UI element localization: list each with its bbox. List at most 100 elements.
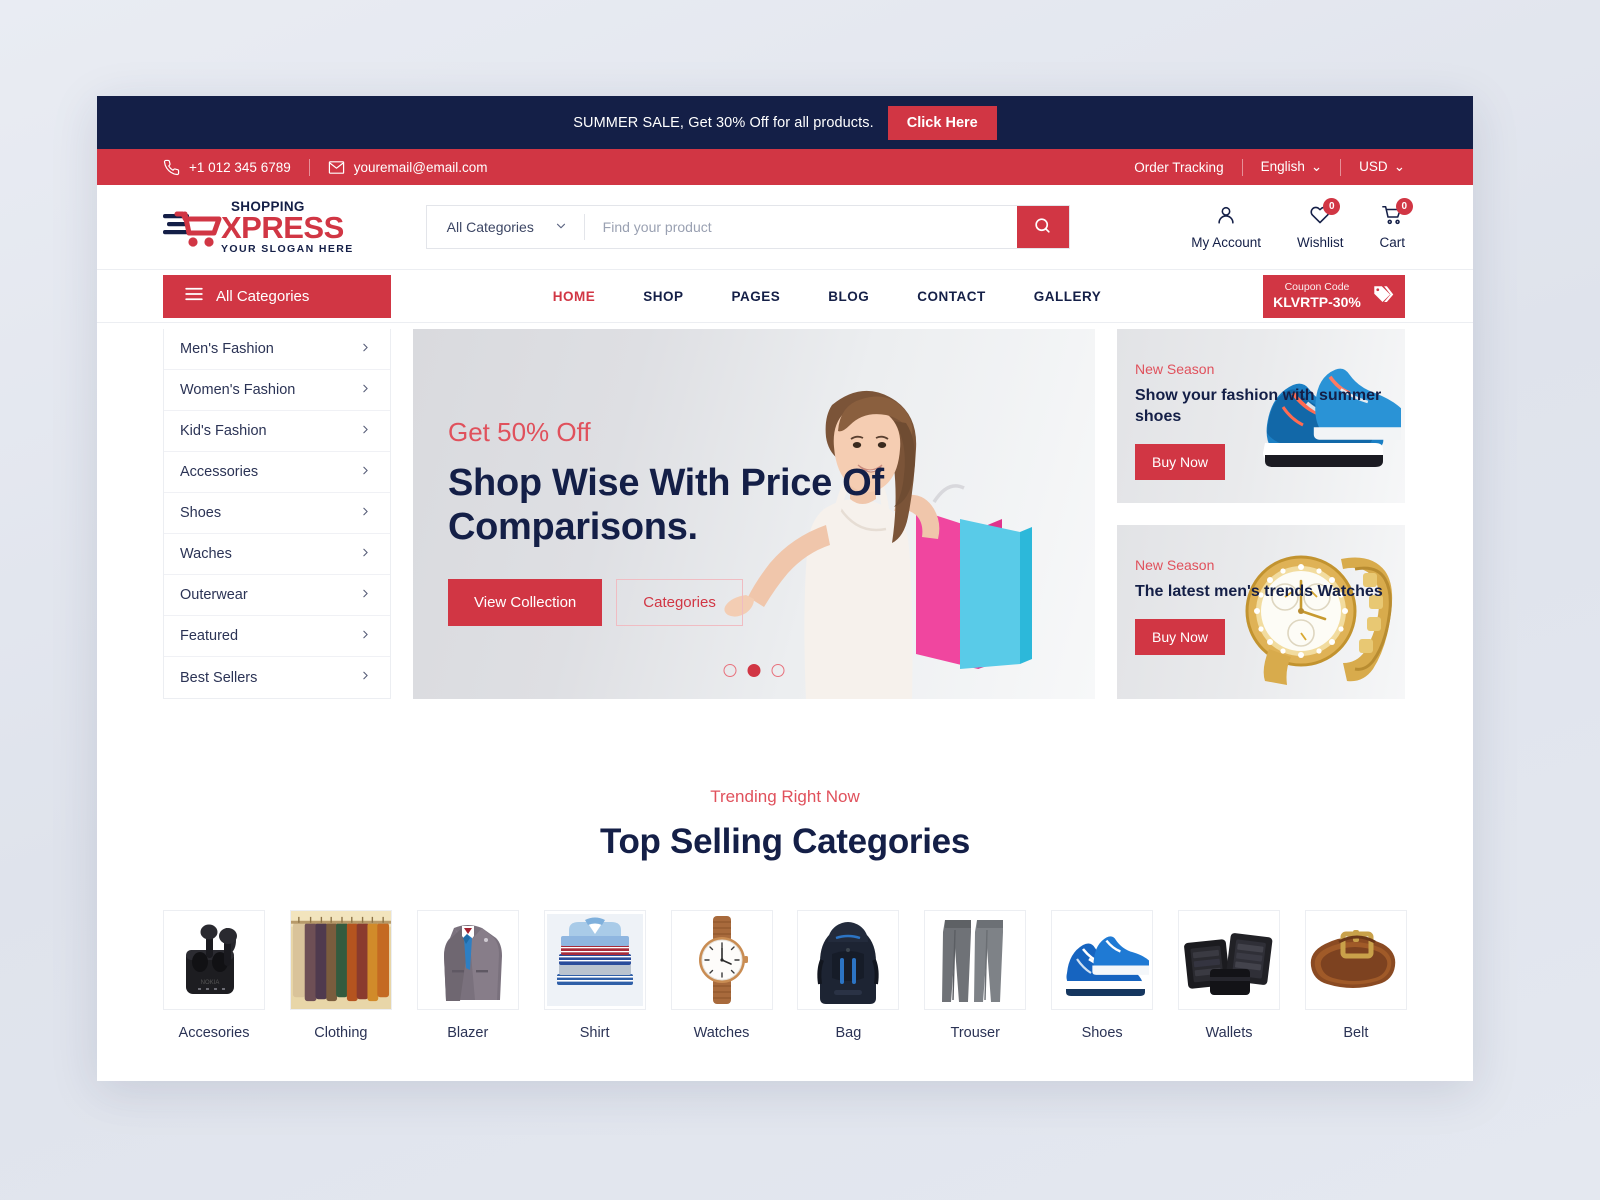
- top-selling-title: Top Selling Categories: [599, 822, 971, 861]
- category-tile-wallets[interactable]: Wallets: [1178, 910, 1280, 1041]
- hero-copy: Get 50% Off Shop Wise With Price Of Comp…: [448, 417, 918, 627]
- sidebar-item-label: Kid's Fashion: [180, 423, 267, 439]
- sidebar-item-label: Accessories: [180, 464, 259, 480]
- category-sidebar: Men's Fashion Women's Fashion Kid's Fash…: [163, 329, 391, 699]
- cart-button[interactable]: 0 Cart: [1379, 198, 1413, 250]
- chevron-down-icon: [554, 219, 568, 236]
- utility-bar: +1 012 345 6789 youremail@email.com Orde…: [97, 149, 1473, 185]
- chevron-down-icon: ⌄: [1310, 159, 1323, 174]
- promo-eyebrow: New Season: [1135, 361, 1215, 377]
- mail-icon: [328, 159, 345, 176]
- sidebar-item-label: Best Sellers: [180, 669, 258, 686]
- categories-button[interactable]: Categories: [616, 579, 743, 627]
- promo-title: The latest men's trends Watches: [1135, 583, 1383, 600]
- hamburger-icon: [185, 287, 203, 305]
- sidebar-item-mens-fashion[interactable]: Men's Fashion: [164, 329, 390, 370]
- nav-item-gallery[interactable]: GALLERY: [1010, 289, 1126, 304]
- sidebar-item-kids-fashion[interactable]: Kid's Fashion: [164, 411, 390, 452]
- chevron-right-icon: [359, 546, 372, 563]
- nav-item-shop[interactable]: SHOP: [619, 289, 707, 304]
- sidebar-item-shoes[interactable]: Shoes: [164, 493, 390, 534]
- phone-item[interactable]: +1 012 345 6789: [163, 159, 291, 176]
- coupon-text: Coupon Code KLVRTP-30%: [1273, 281, 1361, 311]
- storefront-page: SUMMER SALE, Get 30% Off for all product…: [97, 96, 1473, 1081]
- category-tile-clothing[interactable]: Clothing: [289, 910, 392, 1041]
- backpack-image: [797, 910, 900, 1010]
- main-navigation: All Categories HOME SHOP PAGES BLOG CONT…: [97, 269, 1473, 323]
- search-input[interactable]: [584, 206, 1017, 248]
- hero-carousel: Get 50% Off Shop Wise With Price Of Comp…: [413, 329, 1095, 699]
- logo-main-text: XPRESS: [221, 210, 344, 245]
- nav-item-home[interactable]: HOME: [529, 289, 620, 304]
- heart-icon: 0: [1309, 198, 1341, 229]
- order-tracking-link[interactable]: Order Tracking: [1134, 160, 1223, 175]
- utility-links-group: Order Tracking English ⌄ USD ⌄: [1134, 158, 1405, 176]
- search-submit-button[interactable]: [1016, 206, 1069, 248]
- promo-copy: New Season The latest men's trends Watch…: [1135, 557, 1383, 655]
- announcement-cta-button[interactable]: Click Here: [887, 105, 997, 140]
- wishlist-button[interactable]: 0 Wishlist: [1297, 198, 1343, 250]
- blue-sneakers-image: [1051, 910, 1154, 1010]
- currency-selector[interactable]: USD ⌄: [1359, 159, 1405, 175]
- category-tile-shirt[interactable]: Shirt: [543, 910, 646, 1041]
- sidebar-item-womens-fashion[interactable]: Women's Fashion: [164, 370, 390, 411]
- view-collection-button[interactable]: View Collection: [448, 579, 603, 627]
- search-category-value: All Categories: [446, 219, 534, 235]
- promo-card-shoes[interactable]: New Season Show your fashion with summer…: [1117, 329, 1405, 503]
- blazer-image: [416, 910, 519, 1010]
- category-tile-trouser[interactable]: Trouser: [924, 910, 1027, 1041]
- nav-item-pages[interactable]: PAGES: [708, 289, 805, 304]
- site-header: SHOPPING XPRESS YOUR SLOGAN HERE All Cat…: [97, 185, 1473, 269]
- email-item[interactable]: youremail@email.com: [328, 159, 487, 176]
- category-label: Shirt: [579, 1025, 610, 1041]
- sidebar-item-outerwear[interactable]: Outerwear: [164, 575, 390, 616]
- chevron-right-icon: [359, 382, 372, 399]
- carousel-dot-2[interactable]: [747, 664, 761, 677]
- sidebar-item-label: Men's Fashion: [180, 341, 274, 357]
- clothing-rack-image: [289, 910, 392, 1010]
- shopping-cart-logo-icon: [163, 205, 225, 249]
- hero-buttons: View Collection Categories: [448, 579, 918, 627]
- promo-cards: New Season Show your fashion with summer…: [1117, 329, 1405, 699]
- hero-title: Shop Wise With Price Of Comparisons.: [448, 462, 884, 548]
- category-tile-accesories[interactable]: NOKIA Accesories: [163, 910, 265, 1041]
- tag-icon: [1371, 283, 1395, 310]
- chevron-right-icon: [359, 505, 372, 522]
- promo-buy-now-button[interactable]: Buy Now: [1135, 618, 1226, 655]
- sidebar-item-accessories[interactable]: Accessories: [164, 452, 390, 493]
- category-tile-watches[interactable]: Watches: [670, 910, 773, 1041]
- header-actions: My Account 0 Wishlist 0 Cart: [1191, 198, 1413, 250]
- category-tile-shoes[interactable]: Shoes: [1051, 910, 1154, 1041]
- nav-item-contact[interactable]: CONTACT: [893, 289, 1010, 304]
- trousers-image: [924, 910, 1027, 1010]
- promo-card-watches[interactable]: New Season The latest men's trends Watch…: [1117, 525, 1405, 699]
- chevron-right-icon: [359, 464, 372, 481]
- coupon-badge[interactable]: Coupon Code KLVRTP-30%: [1263, 274, 1405, 318]
- top-selling-category-grid: NOKIA Accesories Clothing Blazer Shirt W…: [97, 910, 1473, 1041]
- sidebar-item-best-sellers[interactable]: Best Sellers: [164, 657, 390, 698]
- sidebar-item-waches[interactable]: Waches: [164, 534, 390, 575]
- language-selector[interactable]: English ⌄: [1261, 159, 1323, 175]
- belt-image: [1304, 910, 1407, 1010]
- sidebar-item-featured[interactable]: Featured: [164, 616, 390, 657]
- promo-buy-now-button[interactable]: Buy Now: [1135, 443, 1226, 480]
- utility-divider-3: [1340, 158, 1342, 176]
- category-tile-belt[interactable]: Belt: [1304, 910, 1407, 1041]
- carousel-dot-1[interactable]: [723, 664, 737, 677]
- sidebar-item-label: Featured: [180, 628, 239, 644]
- earbuds-image: NOKIA: [163, 910, 265, 1010]
- cart-icon: 0: [1381, 198, 1413, 229]
- category-label: Blazer: [447, 1025, 489, 1041]
- announcement-text: SUMMER SALE, Get 30% Off for all product…: [573, 114, 874, 131]
- my-account-button[interactable]: My Account: [1191, 204, 1261, 250]
- search-category-select[interactable]: All Categories: [427, 206, 584, 248]
- carousel-dot-3[interactable]: [771, 664, 785, 677]
- nav-item-blog[interactable]: BLOG: [804, 289, 893, 304]
- cart-label: Cart: [1379, 235, 1405, 250]
- currency-label: USD: [1359, 159, 1388, 174]
- all-categories-button[interactable]: All Categories: [163, 274, 391, 318]
- category-label: Shoes: [1081, 1025, 1123, 1041]
- category-tile-blazer[interactable]: Blazer: [416, 910, 519, 1041]
- category-tile-bag[interactable]: Bag: [797, 910, 900, 1041]
- logo[interactable]: SHOPPING XPRESS YOUR SLOGAN HERE: [163, 199, 354, 255]
